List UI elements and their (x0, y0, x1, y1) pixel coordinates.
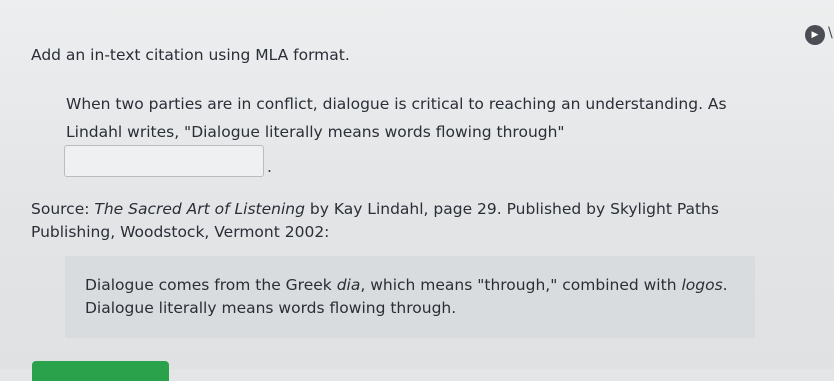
source-label: Source: (31, 200, 95, 218)
page: ▶ \ Add an in-text citation using MLA fo… (0, 0, 834, 381)
excerpt-term-logos: logos (681, 276, 723, 294)
passage-line-1: When two parties are in conflict, dialog… (66, 95, 727, 113)
play-circle-icon[interactable]: ▶ (805, 25, 825, 45)
excerpt-part-2: , which means "through," combined with (360, 276, 682, 294)
citation-input[interactable] (64, 145, 264, 177)
passage-line-2: Lindahl writes, "Dialogue literally mean… (66, 123, 565, 141)
source-excerpt: Dialogue comes from the Greek dia, which… (65, 256, 755, 338)
citation-row: . (64, 145, 272, 177)
question-prompt: Add an in-text citation using MLA format… (31, 46, 350, 64)
excerpt-part-1: Dialogue comes from the Greek (85, 276, 337, 294)
excerpt-text: Dialogue comes from the Greek dia, which… (85, 274, 735, 320)
citation-period: . (267, 158, 272, 176)
source-text: Source: The Sacred Art of Listening by K… (31, 198, 801, 244)
submit-button[interactable] (32, 361, 169, 381)
edge-mark: \ (828, 25, 833, 41)
excerpt-term-dia: dia (336, 276, 361, 294)
question-passage: When two parties are in conflict, dialog… (66, 90, 786, 146)
source-book-title: The Sacred Art of Listening (94, 200, 305, 218)
play-glyph: ▶ (811, 30, 819, 40)
